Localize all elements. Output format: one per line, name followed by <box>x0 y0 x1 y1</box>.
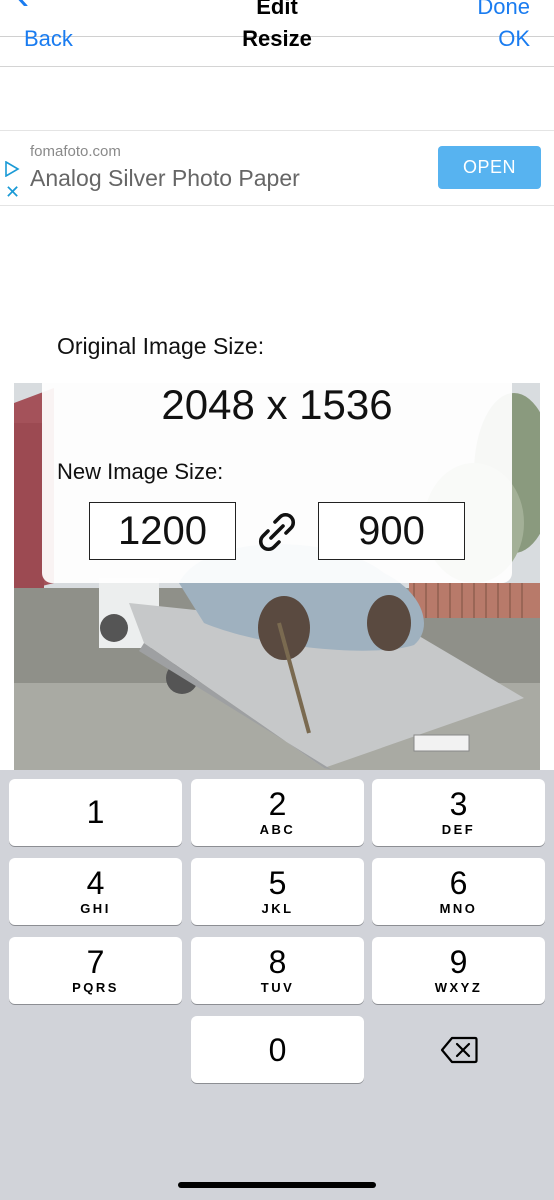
resize-nav-bar: Back Resize OK <box>0 0 554 67</box>
link-aspect-icon[interactable] <box>257 512 297 552</box>
ad-choices-icon[interactable] <box>4 161 20 177</box>
key-0[interactable]: 0 <box>191 1016 364 1083</box>
new-size-label: New Image Size: <box>57 459 224 484</box>
key-digit: 7 <box>86 944 105 980</box>
key-letters: MNO <box>439 901 478 916</box>
key-digit: 5 <box>268 865 287 901</box>
key-digit: 4 <box>86 865 105 901</box>
key-8[interactable]: 8 TUV <box>191 937 364 1004</box>
key-3[interactable]: 3 DEF <box>372 779 545 846</box>
delete-key[interactable] <box>372 1016 545 1083</box>
ad-banner[interactable]: ✕ fomafoto.com Analog Silver Photo Paper… <box>0 130 554 206</box>
key-1[interactable]: 1 <box>9 779 182 846</box>
key-letters: DEF <box>441 822 476 837</box>
key-letters: JKL <box>261 901 294 916</box>
ad-open-button[interactable]: OPEN <box>438 146 541 189</box>
key-letters: PQRS <box>72 980 119 995</box>
key-digit: 3 <box>449 786 468 822</box>
ok-button[interactable]: OK <box>498 26 530 52</box>
key-digit: 9 <box>449 944 468 980</box>
width-input[interactable]: 1200 <box>89 502 236 560</box>
ad-domain: fomafoto.com <box>30 143 121 160</box>
key-4[interactable]: 4 GHI <box>9 858 182 925</box>
ad-headline[interactable]: Analog Silver Photo Paper <box>30 165 300 192</box>
original-size-value: 2048 x 1536 <box>161 381 393 428</box>
original-size-label: Original Image Size: <box>57 333 265 359</box>
home-indicator[interactable] <box>178 1182 376 1188</box>
key-6[interactable]: 6 MNO <box>372 858 545 925</box>
key-letters: ABC <box>259 822 296 837</box>
key-digit: 2 <box>268 786 287 822</box>
key-digit: 1 <box>86 793 105 830</box>
key-letters: WXYZ <box>434 980 483 995</box>
backspace-icon <box>440 1036 478 1063</box>
key-digit: 8 <box>268 944 287 980</box>
key-digit: 0 <box>268 1031 287 1068</box>
key-letters: TUV <box>260 980 295 995</box>
key-7[interactable]: 7 PQRS <box>9 937 182 1004</box>
key-letters: GHI <box>80 901 111 916</box>
resize-title: Resize <box>242 26 312 51</box>
height-input[interactable]: 900 <box>318 502 465 560</box>
key-digit: 6 <box>449 865 468 901</box>
key-9[interactable]: 9 WXYZ <box>372 937 545 1004</box>
ad-close-icon[interactable]: ✕ <box>5 183 20 201</box>
key-5[interactable]: 5 JKL <box>191 858 364 925</box>
key-2[interactable]: 2 ABC <box>191 779 364 846</box>
